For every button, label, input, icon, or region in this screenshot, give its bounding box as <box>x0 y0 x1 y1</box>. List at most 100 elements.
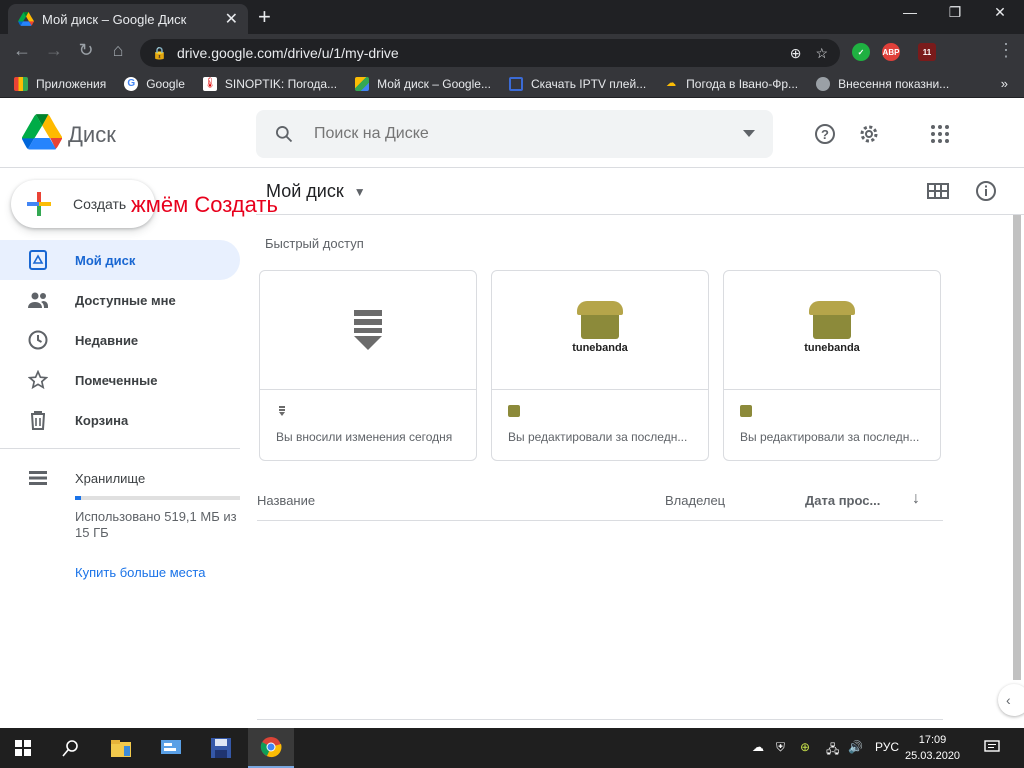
check-extension-icon[interactable]: ✓ <box>852 43 870 61</box>
new-tab-button[interactable]: + <box>258 4 271 30</box>
sort-arrow-icon[interactable]: ↓ <box>912 490 920 508</box>
column-header-owner[interactable]: Владелец <box>665 493 725 508</box>
back-arrow-icon[interactable]: ← <box>10 40 34 61</box>
bookmark-iptv[interactable]: Скачать IPTV плей... <box>508 76 647 91</box>
page-title: Мой диск <box>266 181 344 201</box>
apps-icon <box>14 76 28 91</box>
drive-logo-text[interactable]: Диск <box>68 122 116 148</box>
language-indicator[interactable]: РУС <box>875 740 899 754</box>
scrollbar[interactable] <box>1013 215 1021 680</box>
card-description: Вы редактировали за последн... <box>508 430 688 444</box>
storage-progress-bar <box>75 496 240 500</box>
search-input[interactable] <box>312 124 743 144</box>
help-icon[interactable]: ? <box>813 122 837 146</box>
onedrive-icon[interactable]: ☁ <box>752 740 764 754</box>
home-icon[interactable]: ⌂ <box>106 40 130 61</box>
ublock-extension-icon[interactable]: 11 <box>918 43 936 61</box>
quick-access-card[interactable]: Вы вносили изменения сегодня <box>259 270 477 461</box>
drive-logo-icon[interactable] <box>22 114 62 150</box>
taskbar-search-icon[interactable] <box>48 728 94 768</box>
sidebar-item-recent[interactable]: Недавние <box>0 320 240 360</box>
network-icon[interactable]: 🖧 <box>826 740 839 761</box>
bookmark-readings[interactable]: Внесення показни... <box>816 76 949 91</box>
sidebar-item-trash[interactable]: Корзина <box>0 400 240 440</box>
quick-access-card[interactable]: tunebanda Вы редактировали за последн... <box>491 270 709 461</box>
brand-name: tunebanda <box>804 341 860 354</box>
lock-icon: 🔒 <box>152 46 167 60</box>
clock-date: 25.03.2020 <box>905 750 961 762</box>
bookmark-label: Погода в Івано-Фр... <box>686 76 799 91</box>
apps-grid-icon[interactable] <box>928 122 952 146</box>
sidebar-item-starred[interactable]: Помеченные <box>0 360 240 400</box>
storage-progress-fill <box>75 496 81 500</box>
bookmark-label: Мой диск – Google... <box>377 76 491 91</box>
weather-icon: ☁ <box>666 78 677 89</box>
taskbar-clock[interactable]: 17:09 25.03.2020 <box>905 732 960 764</box>
windows-start-icon[interactable] <box>0 728 46 768</box>
sidebar-label: Помеченные <box>75 372 158 388</box>
bookmark-google[interactable]: G Google <box>124 76 185 91</box>
forward-arrow-icon[interactable]: → <box>42 40 66 61</box>
bookmark-apps[interactable]: Приложения <box>14 76 107 91</box>
quick-access-card[interactable]: tunebanda Вы редактировали за последн... <box>723 270 941 461</box>
address-bar[interactable]: 🔒 drive.google.com/drive/u/1/my-drive ⊕ … <box>140 39 840 67</box>
sidebar-item-shared[interactable]: Доступные мне <box>0 280 240 320</box>
update-icon[interactable]: ⊕ <box>800 740 810 754</box>
control-panel-icon[interactable] <box>148 728 194 768</box>
minimize-button[interactable]: — <box>890 4 930 20</box>
more-bookmarks-icon[interactable]: » <box>1001 76 1008 91</box>
menu-dots-icon[interactable]: ⋮ <box>994 40 1018 61</box>
sidebar-item-my-drive[interactable]: Мой диск <box>0 240 240 280</box>
security-shield-icon[interactable]: ⛨ <box>776 740 785 755</box>
column-header-date[interactable]: Дата прос... <box>805 493 880 508</box>
url-text: drive.google.com/drive/u/1/my-drive <box>176 45 399 61</box>
sidebar-item-storage[interactable]: Хранилище <box>0 458 240 498</box>
adblock-extension-icon[interactable]: ABP <box>882 43 900 61</box>
drive-icon <box>355 76 370 91</box>
recent-icon <box>26 328 50 352</box>
bookmark-label: Приложения <box>36 76 107 91</box>
zoom-plus-icon[interactable]: ⊕ <box>790 45 802 62</box>
bookmark-label: SINOPTIK: Погода... <box>224 76 338 91</box>
chrome-taskbar-icon[interactable] <box>248 728 294 768</box>
my-drive-title[interactable]: Мой диск ▼ <box>266 181 366 202</box>
search-options-icon[interactable] <box>743 130 755 138</box>
notifications-icon[interactable] <box>984 740 1000 757</box>
create-label: Создать <box>73 196 127 212</box>
drive-favicon-icon <box>18 12 34 26</box>
bookmark-sinoptik[interactable]: 🌡 SINOPTIK: Погода... <box>202 76 338 91</box>
bookmark-drive[interactable]: Мой диск – Google... <box>355 76 491 91</box>
sidebar-label: Корзина <box>75 412 129 428</box>
close-window-button[interactable]: ✕ <box>980 4 1020 21</box>
bookmark-label: Скачать IPTV плей... <box>530 76 647 91</box>
search-box[interactable] <box>256 110 773 158</box>
bookmark-label: Google <box>146 76 185 91</box>
buy-storage-link[interactable]: Купить больше места <box>75 565 205 580</box>
search-icon[interactable] <box>274 124 294 144</box>
title-dropdown-icon[interactable]: ▼ <box>354 185 366 199</box>
tab-close-icon[interactable]: ✕ <box>225 9 238 29</box>
list-divider <box>257 520 943 521</box>
volume-icon[interactable]: 🔊 <box>848 740 863 754</box>
trash-icon <box>26 408 50 432</box>
card-description: Вы редактировали за последн... <box>740 430 920 444</box>
column-header-name[interactable]: Название <box>257 493 315 508</box>
file-type-icon <box>279 406 285 416</box>
reload-icon[interactable]: ↻ <box>74 40 98 61</box>
info-icon[interactable] <box>975 180 997 207</box>
tv-icon <box>508 76 523 91</box>
grid-view-icon[interactable] <box>927 180 949 207</box>
tunebanda-file-icon <box>508 405 520 417</box>
maximize-button[interactable]: ❐ <box>935 4 975 21</box>
browser-tab[interactable]: Мой диск – Google Диск ✕ <box>8 4 248 34</box>
settings-gear-icon[interactable] <box>857 122 881 146</box>
bookmark-star-icon[interactable]: ☆ <box>815 45 828 62</box>
side-panel-toggle-icon[interactable]: ‹ <box>998 684 1024 716</box>
bookmark-weather[interactable]: ☁ Погода в Івано-Фр... <box>664 77 798 91</box>
file-explorer-icon[interactable] <box>98 728 144 768</box>
save-disk-icon[interactable] <box>198 728 244 768</box>
quick-access-label: Быстрый доступ <box>265 236 364 251</box>
card-thumbnail: tunebanda <box>492 271 708 390</box>
storage-icon <box>26 466 50 490</box>
google-icon: G <box>124 76 139 91</box>
